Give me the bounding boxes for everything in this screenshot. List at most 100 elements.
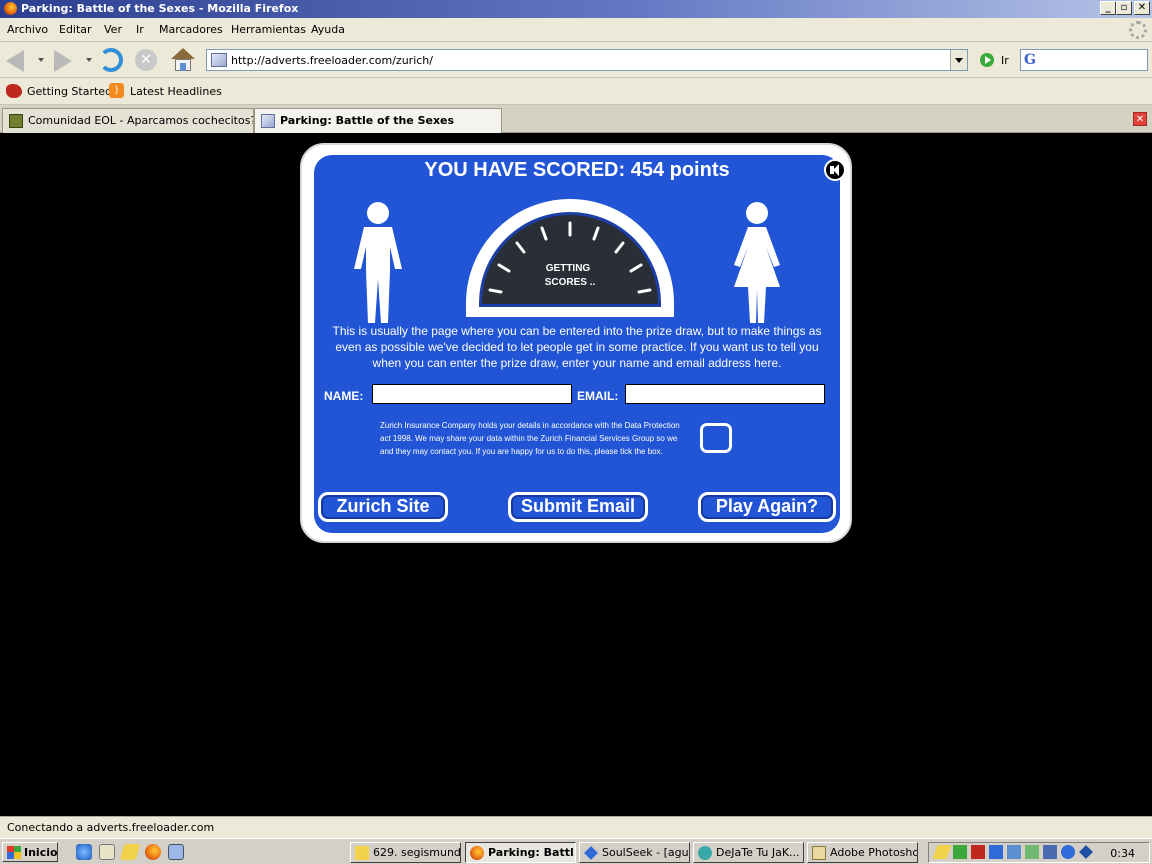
url-input[interactable]	[231, 52, 931, 68]
minimize-button[interactable]: _	[1100, 1, 1116, 15]
menu-ayuda[interactable]: Ayuda	[311, 23, 345, 36]
play-again-button[interactable]: Play Again?	[698, 492, 836, 522]
tray-app-icon[interactable]	[971, 845, 985, 859]
tray-messenger-icon[interactable]	[1061, 845, 1075, 859]
page-content: YOU HAVE SCORED: 454 points GETTING SCOR…	[0, 134, 1152, 816]
url-dropdown-button[interactable]	[950, 50, 967, 70]
getting-started-icon	[6, 84, 22, 98]
task-parking-firefox[interactable]: Parking: Battl...	[465, 842, 576, 863]
female-figure-icon	[734, 202, 780, 323]
data-protection-text: Zurich Insurance Company holds your deta…	[380, 421, 680, 456]
tray-chart-icon[interactable]	[989, 845, 1003, 859]
google-search-icon[interactable]: G	[1024, 52, 1036, 68]
bookmark-getting-started[interactable]: Getting Started	[27, 85, 112, 98]
stop-icon[interactable]: ✕	[135, 49, 157, 71]
task-segismund[interactable]: 629. segismund...	[350, 842, 461, 863]
menu-ver[interactable]: Ver	[104, 23, 122, 36]
task-label: DeJaTe Tu JaK...	[716, 846, 800, 859]
name-input[interactable]	[372, 384, 572, 404]
tray-device-icon[interactable]	[1007, 845, 1021, 859]
windows-logo-icon	[7, 846, 21, 859]
bookmarks-toolbar: Getting Started ) Latest Headlines	[0, 78, 1152, 105]
go-button-label[interactable]: Ir	[1001, 54, 1009, 67]
start-label: Inicio	[24, 846, 58, 859]
close-window-button[interactable]: ✕	[1134, 1, 1150, 15]
zurich-site-button[interactable]: Zurich Site	[318, 492, 448, 522]
game-panel: YOU HAVE SCORED: 454 points GETTING SCOR…	[300, 143, 852, 543]
game-panel-inner: YOU HAVE SCORED: 454 points GETTING SCOR…	[314, 155, 846, 533]
description-text: This is usually the page where you can b…	[332, 324, 822, 370]
window-title: Parking: Battle of the Sexes - Mozilla F…	[21, 2, 299, 15]
task-label: SoulSeek - [agu...	[602, 846, 690, 859]
menu-herramientas[interactable]: Herramientas	[231, 23, 306, 36]
gauge-label-line2: SCORES ..	[545, 277, 596, 288]
gauge-label-line1: GETTING	[546, 263, 591, 274]
tray-network-icon[interactable]	[953, 845, 967, 859]
throbber-icon	[1129, 21, 1147, 39]
submit-email-button[interactable]: Submit Email	[508, 492, 648, 522]
status-bar: Conectando a adverts.freeloader.com	[0, 816, 1152, 838]
forward-history-chevron-icon[interactable]	[86, 58, 92, 62]
tab-label: Comunidad EOL - Aparcamos cochecitos?	[28, 114, 254, 127]
task-soulseek[interactable]: SoulSeek - [agu...	[579, 842, 690, 863]
reload-icon[interactable]	[99, 48, 123, 72]
task-label: Adobe Photoshop	[830, 846, 918, 859]
tab-comunidad-eol[interactable]: Comunidad EOL - Aparcamos cochecitos?	[2, 108, 254, 133]
go-icon[interactable]	[980, 53, 994, 67]
forward-arrow-icon[interactable]	[54, 50, 72, 72]
page-favicon-icon	[211, 53, 227, 67]
firefox-icon	[3, 1, 18, 16]
status-text: Conectando a adverts.freeloader.com	[7, 821, 215, 834]
restore-button[interactable]: ▫	[1116, 1, 1132, 15]
consent-checkbox[interactable]	[700, 423, 732, 453]
menu-archivo[interactable]: Archivo	[7, 23, 48, 36]
quicklaunch-app-icon[interactable]	[168, 844, 184, 860]
task-chat-icon	[698, 846, 712, 860]
score-gauge: GETTING SCORES ..	[466, 199, 674, 317]
task-folder-icon	[355, 846, 369, 860]
tab-parking-game[interactable]: Parking: Battle of the Sexes	[254, 108, 502, 133]
task-dejate[interactable]: DeJaTe Tu JaK...	[693, 842, 804, 863]
task-label: Parking: Battl...	[488, 846, 575, 859]
task-photoshop[interactable]: Adobe Photoshop	[807, 842, 918, 863]
task-soulseek-icon	[584, 846, 598, 860]
close-tab-icon[interactable]: ✕	[1133, 112, 1147, 126]
back-arrow-icon[interactable]	[6, 50, 24, 72]
menu-ir[interactable]: Ir	[136, 23, 144, 36]
task-photoshop-icon	[812, 846, 826, 860]
name-label: NAME:	[324, 389, 364, 403]
menu-editar[interactable]: Editar	[59, 23, 92, 36]
clock: 0:34	[1110, 847, 1135, 860]
tab-label: Parking: Battle of the Sexes	[280, 114, 455, 127]
email-label: EMAIL:	[577, 389, 619, 403]
rss-feed-icon: )	[109, 83, 124, 98]
windows-taskbar: Inicio 629. segismund... Parking: Battl.…	[0, 838, 1152, 864]
menu-marcadores[interactable]: Marcadores	[159, 23, 223, 36]
email-input[interactable]	[625, 384, 825, 404]
male-figure-icon	[354, 202, 402, 323]
internet-explorer-icon[interactable]	[76, 844, 92, 860]
back-history-chevron-icon[interactable]	[38, 58, 44, 62]
task-label: 629. segismund...	[373, 846, 461, 859]
search-box[interactable]: G	[1020, 49, 1148, 71]
tray-update-icon[interactable]	[1025, 845, 1039, 859]
score-heading: YOU HAVE SCORED: 454 points	[424, 159, 730, 181]
tray-power-icon[interactable]	[932, 845, 952, 859]
start-button[interactable]: Inicio	[2, 842, 58, 862]
menu-bar: Archivo Editar Ver Ir Marcadores Herrami…	[0, 18, 1152, 42]
tray-computer-icon[interactable]	[1043, 845, 1057, 859]
show-desktop-icon[interactable]	[99, 844, 115, 860]
sound-toggle-icon[interactable]	[824, 159, 846, 181]
tab-bar: Comunidad EOL - Aparcamos cochecitos? Pa…	[0, 105, 1152, 133]
navigation-toolbar: ✕ Ir G	[0, 42, 1152, 78]
url-bar[interactable]	[206, 49, 968, 71]
firefox-quicklaunch-icon[interactable]	[145, 844, 161, 860]
eol-favicon-icon	[9, 114, 23, 128]
quicklaunch-folder-icon[interactable]	[119, 844, 141, 860]
window-title-bar: Parking: Battle of the Sexes - Mozilla F…	[0, 0, 1152, 18]
tray-soulseek-icon[interactable]	[1079, 845, 1093, 859]
page-favicon-icon	[261, 114, 275, 128]
home-icon[interactable]	[171, 48, 195, 72]
task-firefox-icon	[470, 846, 484, 860]
bookmark-latest-headlines[interactable]: Latest Headlines	[130, 85, 222, 98]
